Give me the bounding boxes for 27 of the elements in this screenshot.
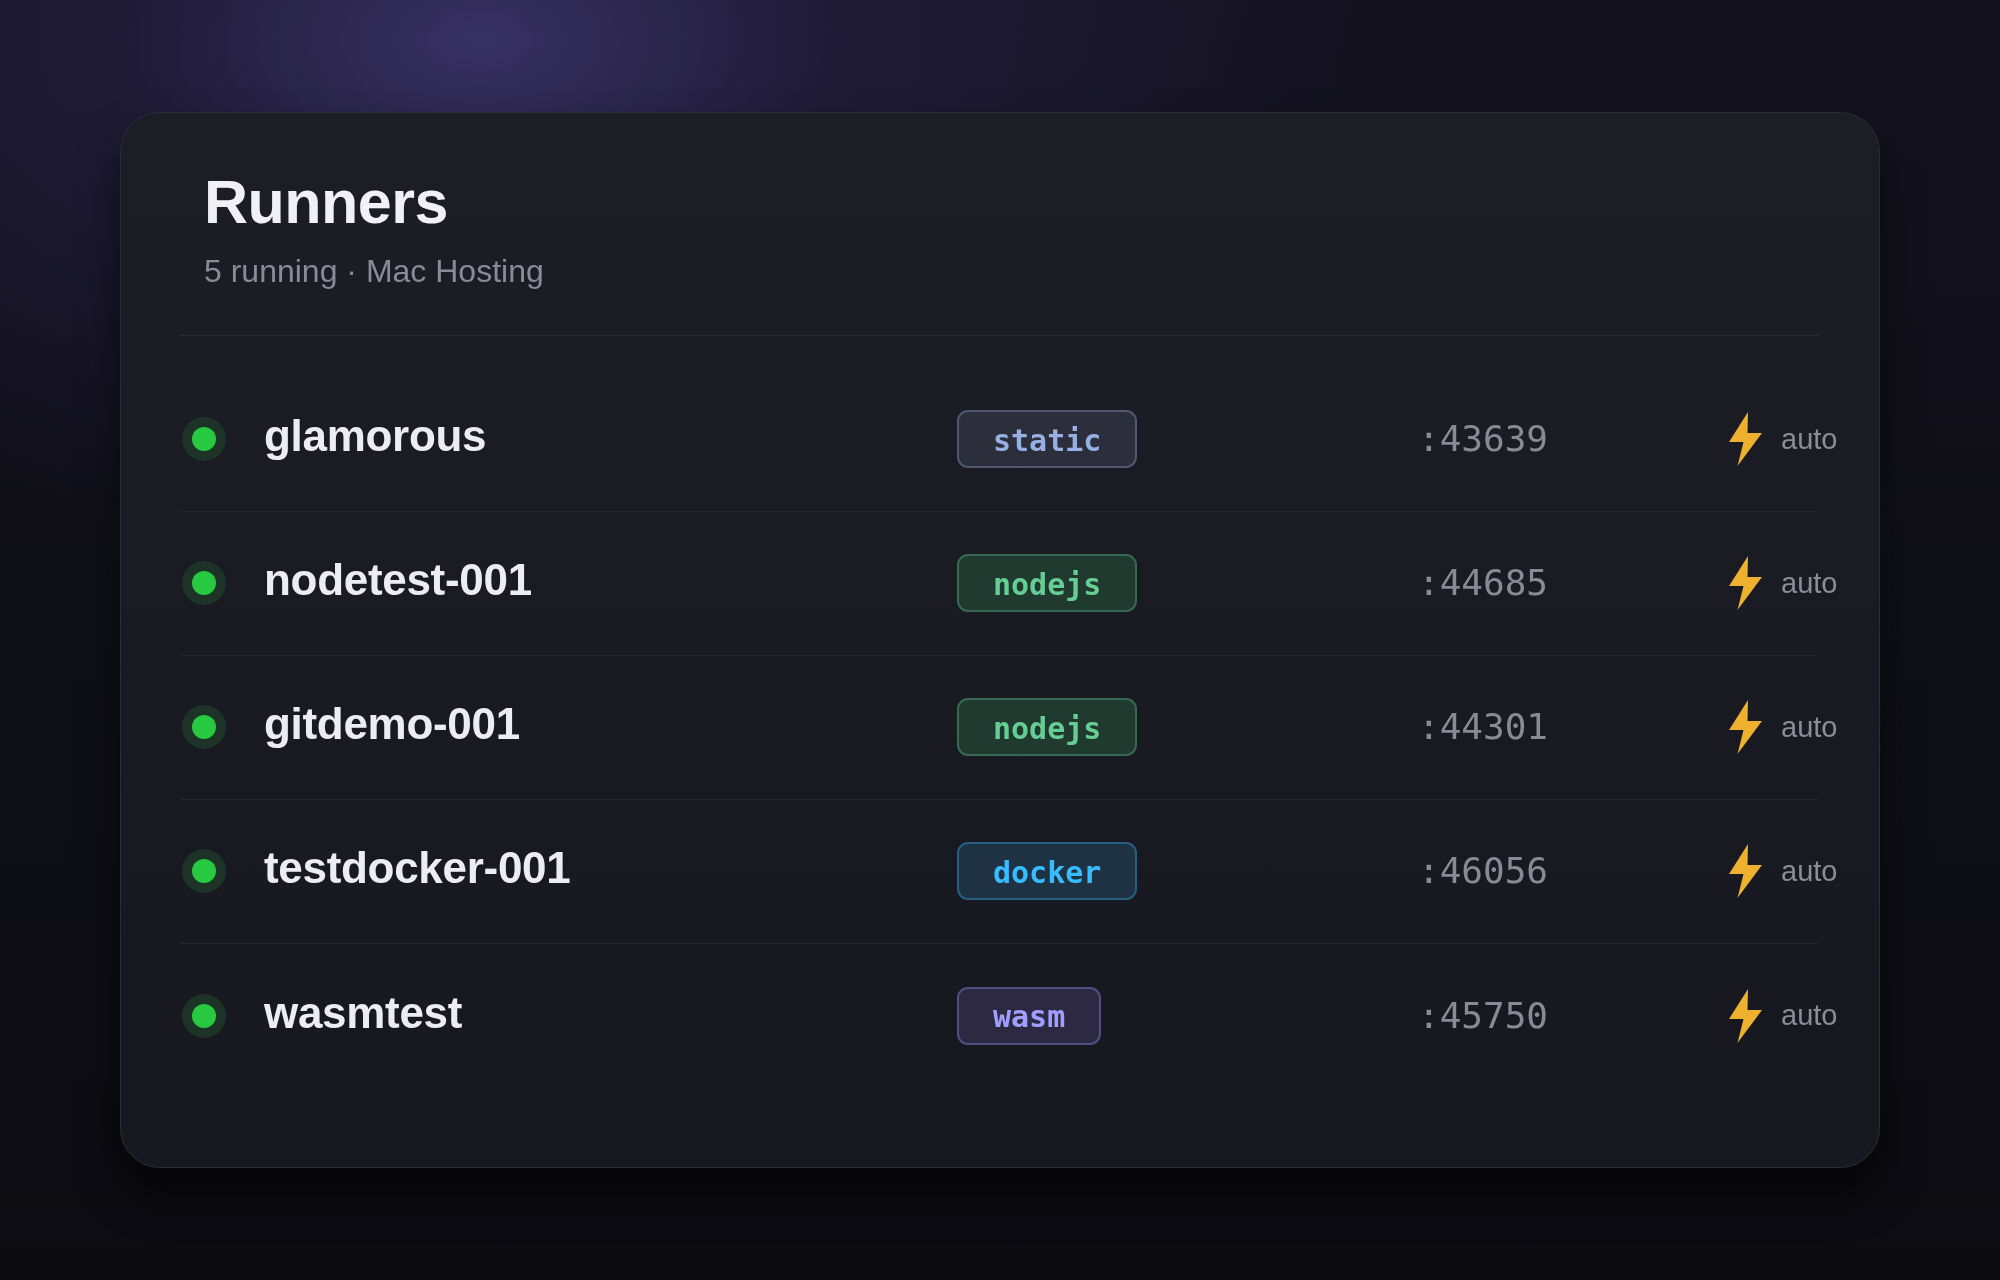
runtime-tag: docker	[957, 842, 1138, 901]
lightning-bolt-icon	[1729, 700, 1762, 755]
page-title: Runners	[204, 167, 448, 238]
mode-label: auto	[1781, 421, 1838, 457]
lightning-bolt-icon	[1729, 412, 1762, 467]
runtime-tag: static	[957, 410, 1138, 469]
port-number: :45750	[1418, 994, 1549, 1038]
runtime-tag: nodejs	[957, 554, 1138, 613]
runner-name: testdocker-001	[264, 843, 571, 894]
runtime-tag: nodejs	[957, 698, 1138, 757]
lightning-bolt-icon	[1729, 556, 1762, 611]
port-number: :44685	[1418, 561, 1549, 605]
mode-label: auto	[1781, 853, 1838, 889]
runner-name: wasmtest	[264, 987, 463, 1039]
lightning-bolt-icon	[1729, 844, 1762, 899]
runtime-tag: wasm	[957, 986, 1102, 1045]
mode-label: auto	[1781, 998, 1838, 1033]
runner-name: glamorous	[264, 411, 487, 462]
lightning-bolt-icon	[1729, 988, 1762, 1043]
port-number: :46056	[1418, 849, 1549, 893]
runner-name: gitdemo-001	[264, 699, 520, 750]
runners-summary: 5 running · Mac Hosting	[204, 252, 544, 291]
port-number: :44301	[1418, 705, 1549, 749]
mode-label: auto	[1781, 565, 1838, 601]
runner-name: nodetest-001	[264, 555, 532, 606]
port-number: :43639	[1418, 417, 1549, 461]
mode-label: auto	[1781, 709, 1838, 745]
